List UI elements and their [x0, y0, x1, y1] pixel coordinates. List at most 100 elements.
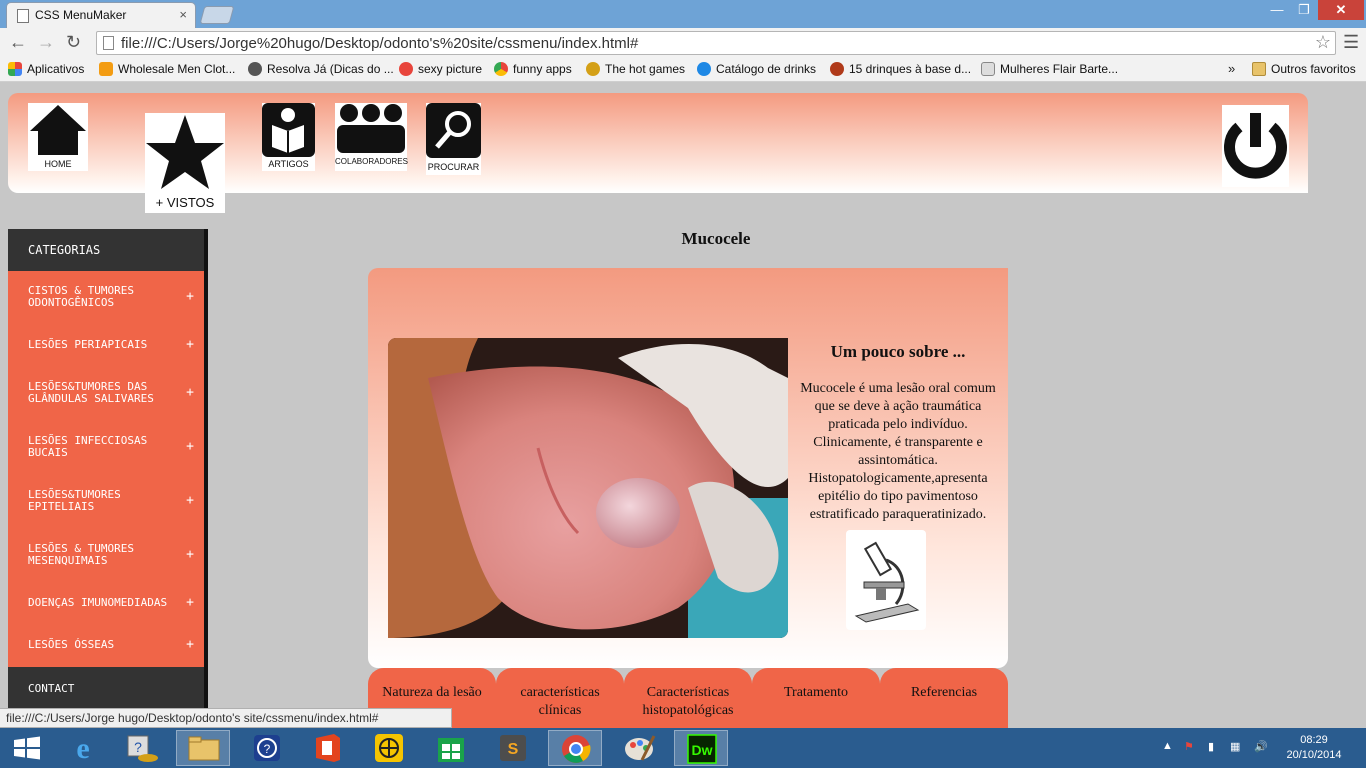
bookmark-aplicativos[interactable]: Aplicativos: [8, 62, 84, 76]
bookmarks-bar: Aplicativos Wholesale Men Clot... Resolv…: [0, 58, 1366, 82]
svg-text:S: S: [508, 741, 519, 758]
sidebar-item-mesenquimais[interactable]: LESÕES & TUMORES MESENQUIMAIS +: [8, 543, 204, 567]
office-icon: [316, 734, 340, 762]
expand-icon[interactable]: +: [186, 386, 194, 399]
collaborators-nav-button[interactable]: COLABORADORES: [335, 103, 408, 171]
bookmark-resolva[interactable]: Resolva Já (Dicas do ...: [248, 62, 394, 76]
sidebar-item-imunomediadas[interactable]: DOENÇAS IMUNOMEDIADAS +: [8, 596, 204, 609]
taskbar-internet-explorer[interactable]: e: [56, 730, 110, 766]
more-bookmarks-chevron[interactable]: »: [1228, 61, 1235, 76]
sidebar-item-glandulas-salivares[interactable]: LESÕES&TUMORES DAS GLÂNDULAS SALIVARES +: [8, 381, 204, 405]
sidebar-item-lesoes-infecciosas[interactable]: LESÕES INFECCIOSAS BUCAIS +: [8, 435, 204, 459]
home-nav-button[interactable]: HOME: [28, 103, 88, 171]
sidebar-item-epiteliais[interactable]: LESÕES&TUMORES EPITELIAIS +: [8, 489, 204, 513]
bookmark-mulheres-flair[interactable]: Mulheres Flair Barte...: [981, 62, 1118, 76]
help-circle-icon: ?: [254, 735, 280, 761]
taskbar-sublime-text[interactable]: S: [486, 730, 540, 766]
taskbar-help-desk[interactable]: ?: [114, 730, 168, 766]
forward-icon[interactable]: →: [37, 32, 55, 53]
reader-icon: [262, 103, 315, 157]
bookmark-hot-games[interactable]: The hot games: [586, 62, 685, 76]
expand-icon[interactable]: +: [186, 290, 194, 303]
svg-text:?: ?: [264, 742, 271, 756]
browser-tab[interactable]: CSS MenuMaker ×: [6, 2, 196, 28]
sublime-text-icon: S: [500, 735, 526, 761]
start-button[interactable]: [0, 730, 54, 766]
taskbar-store[interactable]: [424, 730, 478, 766]
apps-grid-icon: [8, 62, 22, 76]
taskbar-paint[interactable]: [612, 730, 666, 766]
articles-nav-button[interactable]: ARTIGOS: [262, 103, 315, 171]
expand-icon[interactable]: +: [186, 596, 194, 609]
vistos-label: + VISTOS: [155, 195, 215, 210]
expand-icon[interactable]: +: [186, 494, 194, 507]
reload-icon[interactable]: ↻: [66, 32, 81, 53]
microscope-icon: [854, 541, 920, 623]
taskbar-dreamweaver[interactable]: Dw: [674, 730, 728, 766]
url-text[interactable]: file:///C:/Users/Jorge%20hugo/Desktop/od…: [121, 35, 638, 52]
system-clock[interactable]: 08:29 20/10/2014: [1282, 733, 1346, 763]
tab-referencias[interactable]: Referencias: [880, 668, 1008, 728]
most-viewed-nav-button[interactable]: + VISTOS: [145, 113, 225, 213]
action-center-icon[interactable]: ⚑: [1184, 740, 1194, 753]
bookmark-funny-apps[interactable]: funny apps: [494, 62, 572, 76]
show-hidden-icons-icon[interactable]: ▲: [1162, 740, 1173, 752]
volume-icon[interactable]: 🔊: [1254, 740, 1268, 753]
contact-link[interactable]: CONTACT: [8, 667, 204, 709]
network-signal-icon[interactable]: ▦: [1230, 740, 1240, 753]
site-header: HOME + VISTOS ARTIGOS COLABORADORES PROC…: [8, 93, 1308, 213]
page-icon: [17, 9, 29, 23]
search-nav-button[interactable]: PROCURAR: [426, 103, 481, 175]
help-bell-icon: ?: [127, 735, 158, 762]
taskbar-browser-globe[interactable]: [362, 730, 416, 766]
taskbar-file-explorer[interactable]: [176, 730, 230, 766]
drink-site-icon: [830, 62, 844, 76]
expand-icon[interactable]: +: [186, 548, 194, 561]
new-tab-button[interactable]: [199, 6, 235, 24]
tab-caracteristicas-clinicas[interactable]: características clínicas: [496, 668, 624, 728]
tab-caracteristicas-histopatologicas[interactable]: Características histopatológicas: [624, 668, 752, 728]
file-icon: [103, 36, 114, 50]
taskbar-chrome[interactable]: [548, 730, 602, 766]
taskbar-help[interactable]: ?: [240, 730, 294, 766]
close-tab-icon[interactable]: ×: [179, 7, 187, 22]
back-icon[interactable]: ←: [9, 32, 27, 53]
taskbar-office[interactable]: [300, 730, 354, 766]
bookmark-catalogo-drinks[interactable]: Catálogo de drinks: [697, 62, 816, 76]
expand-icon[interactable]: +: [186, 338, 194, 351]
svg-text:e: e: [76, 732, 89, 765]
battery-icon[interactable]: ▮: [1208, 740, 1214, 753]
expand-icon[interactable]: +: [186, 638, 194, 651]
sidebar-item-lesoes-osseas[interactable]: LESÕES ÓSSEAS +: [8, 638, 204, 651]
team-icon: [337, 104, 405, 153]
content-tabs: Natureza da lesão características clínic…: [368, 668, 1008, 728]
k-logo-icon: [697, 62, 711, 76]
article-card: Um pouco sobre ... Mucocele é uma lesão …: [368, 268, 1008, 668]
minimize-button[interactable]: —: [1264, 0, 1290, 20]
bookmark-drinques[interactable]: 15 drinques à base d...: [830, 62, 971, 76]
about-title: Um pouco sobre ...: [830, 342, 966, 361]
sidebar-item-lesoes-periapicais[interactable]: LESÕES PERIAPICAIS +: [8, 338, 204, 351]
address-bar[interactable]: file:///C:/Users/Jorge%20hugo/Desktop/od…: [96, 31, 1336, 55]
folder-icon: [188, 736, 220, 761]
game-icon: [586, 62, 600, 76]
windows-taskbar: e ? ? S Dw ▲ ⚑ ▮ ▦ 🔊 08:29 20/10/2014: [0, 728, 1366, 768]
categories-sidebar: CATEGORIAS CISTOS & TUMORES ODONTOGÊNICO…: [8, 229, 208, 709]
bookmark-wholesale[interactable]: Wholesale Men Clot...: [99, 62, 235, 76]
internet-explorer-icon: e: [76, 732, 89, 765]
tab-tratamento[interactable]: Tratamento: [752, 668, 880, 728]
microscope-illustration: [846, 530, 926, 630]
bookmark-star-icon[interactable]: ☆: [1315, 32, 1331, 53]
bookmark-sexy-picture[interactable]: sexy picture: [399, 62, 482, 76]
bookmark-outros-favoritos[interactable]: Outros favoritos: [1252, 62, 1356, 76]
sidebar-item-cistos-tumores[interactable]: CISTOS & TUMORES ODONTOGÊNICOS +: [8, 285, 204, 309]
page-icon: [981, 62, 995, 76]
dreamweaver-icon: Dw: [687, 734, 717, 764]
search-icon: [426, 103, 481, 158]
close-window-button[interactable]: ✕: [1318, 0, 1364, 20]
maximize-button[interactable]: ❐: [1291, 0, 1317, 20]
chrome-menu-icon[interactable]: ☰: [1343, 32, 1359, 53]
expand-icon[interactable]: +: [186, 440, 194, 453]
categories-heading: CATEGORIAS: [8, 229, 204, 271]
logout-button[interactable]: [1222, 105, 1289, 187]
